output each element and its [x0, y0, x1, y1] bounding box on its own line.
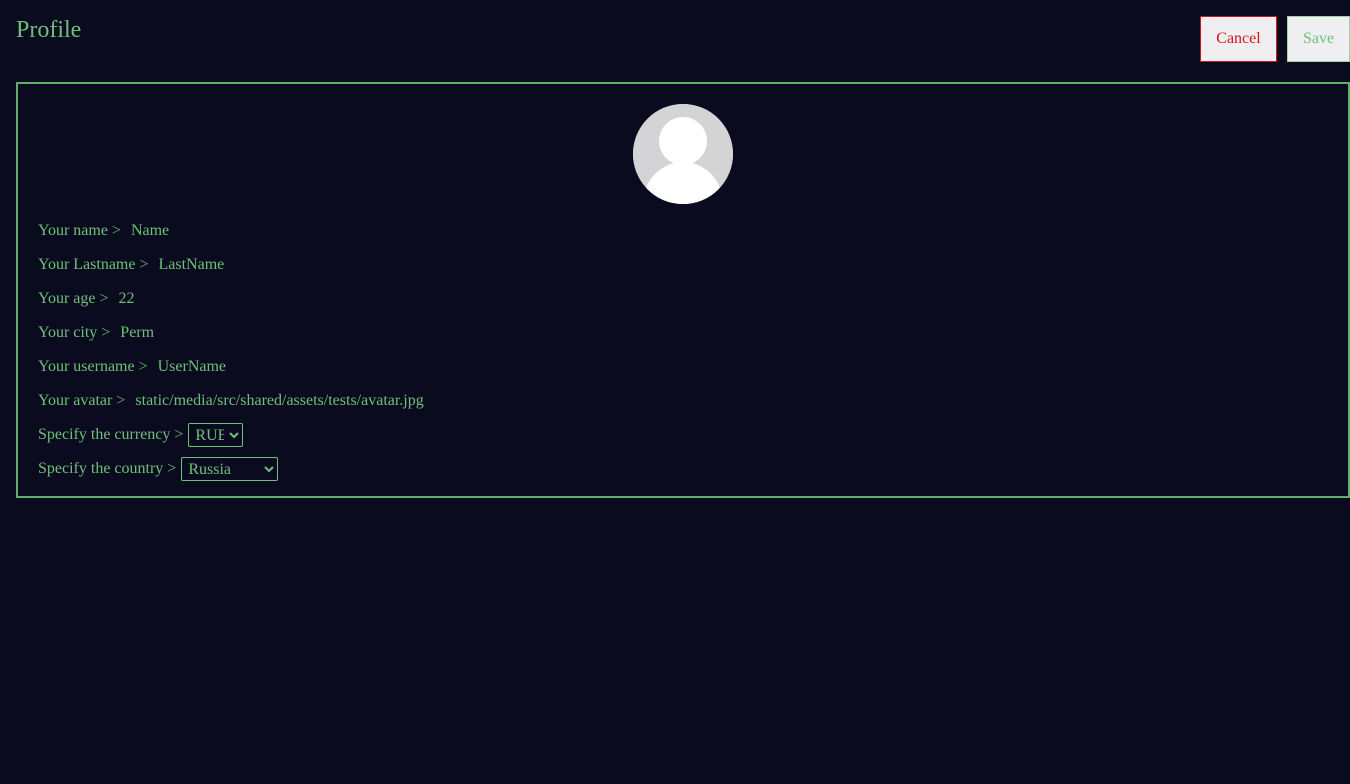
field-username-label: Your username >	[38, 358, 148, 375]
field-avatar-value: static/media/src/shared/assets/tests/ava…	[135, 392, 424, 409]
field-age-label: Your age >	[38, 290, 109, 307]
field-lastname-label: Your Lastname >	[38, 256, 149, 273]
field-name-value: Name	[130, 222, 170, 239]
user-placeholder-icon	[633, 104, 733, 204]
page-header: Profile Cancel Save	[0, 0, 1350, 82]
field-country: Specify the country > Russia	[38, 452, 424, 486]
field-lastname: Your Lastname > LastName	[38, 248, 424, 282]
country-select[interactable]: Russia	[181, 457, 279, 481]
field-city-value: Perm	[120, 324, 155, 341]
field-avatar-label: Your avatar >	[38, 392, 126, 409]
cancel-button[interactable]: Cancel	[1200, 16, 1277, 62]
field-name: Your name > Name	[38, 214, 424, 248]
field-city-label: Your city >	[38, 324, 111, 341]
field-lastname-value: LastName	[158, 256, 225, 273]
field-city: Your city > Perm	[38, 316, 424, 350]
field-username-value: UserName	[157, 358, 227, 375]
field-avatar: Your avatar > static/media/src/shared/as…	[38, 384, 424, 418]
profile-card: Your name > Name Your Lastname > LastNam…	[16, 82, 1350, 498]
profile-fields: Your name > Name Your Lastname > LastNam…	[38, 214, 424, 486]
currency-label: Specify the currency >	[38, 426, 184, 443]
field-username: Your username > UserName	[38, 350, 424, 384]
field-name-label: Your name >	[38, 222, 121, 239]
field-currency: Specify the currency > RUB	[38, 418, 424, 452]
save-button[interactable]: Save	[1287, 16, 1350, 62]
field-age: Your age > 22	[38, 282, 424, 316]
field-age-value: 22	[118, 290, 135, 307]
page-title: Profile	[16, 17, 82, 43]
country-label: Specify the country >	[38, 460, 177, 477]
currency-select[interactable]: RUB	[188, 423, 244, 447]
